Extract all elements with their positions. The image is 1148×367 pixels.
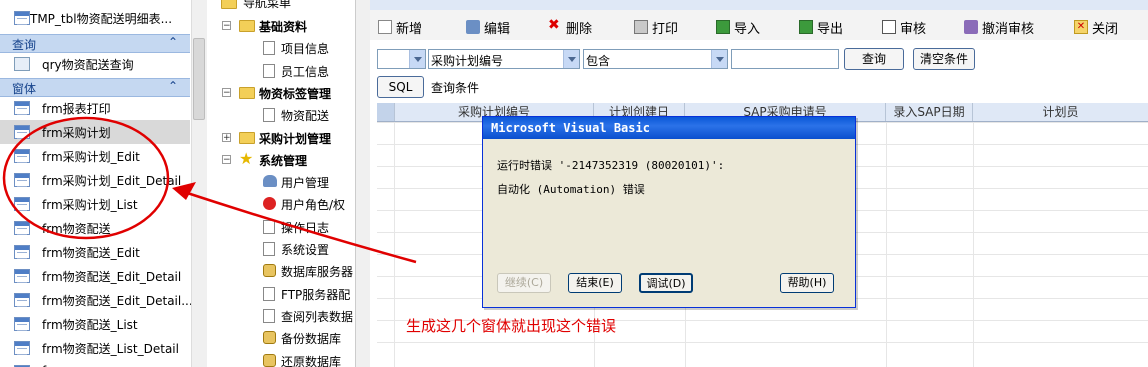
annotation-circle xyxy=(2,116,170,240)
end-button[interactable]: 结束(E) xyxy=(568,273,622,293)
help-button[interactable]: 帮助(H) xyxy=(780,273,834,293)
error-dialog: Microsoft Visual Basic 运行时错误 '-214735231… xyxy=(482,116,856,308)
error-message-line1: 运行时错误 '-2147352319 (80020101)': xyxy=(497,159,725,172)
annotation-arrow-line xyxy=(177,188,417,264)
debug-button[interactable]: 调试(D) xyxy=(639,273,693,293)
annotation-note: 生成这几个窗体就出现这个错误 xyxy=(406,317,617,335)
error-message-line2: 自动化 (Automation) 错误 xyxy=(497,183,645,196)
annotation-arrowhead xyxy=(172,182,196,200)
dialog-title: Microsoft Visual Basic xyxy=(491,121,650,135)
continue-button: 继续(C) xyxy=(497,273,551,293)
dialog-titlebar[interactable]: Microsoft Visual Basic xyxy=(483,117,855,139)
